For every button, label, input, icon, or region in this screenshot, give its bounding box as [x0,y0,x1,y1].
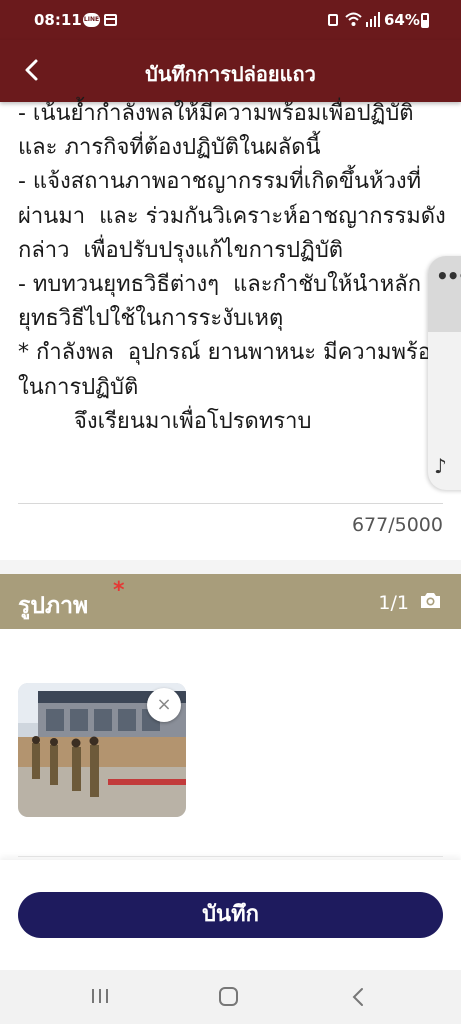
textarea-underline [18,503,443,504]
audio-note-icon[interactable]: ♪ [434,454,447,478]
required-mark: * [113,578,125,603]
battery-icon [421,13,429,28]
floating-side-panel[interactable]: ••• ♪ [428,256,461,490]
content-divider [18,856,443,857]
more-dots-icon[interactable]: ••• [436,264,461,288]
status-time: 08:11 [34,11,82,29]
recent-apps-icon[interactable] [91,987,109,1005]
section-gap [0,560,461,574]
calendar-icon [104,14,117,26]
signal-icon [366,12,380,27]
nav-back-icon[interactable] [351,987,365,1007]
status-bar: 08:11 LINE 64% [0,0,461,40]
remove-photo-button[interactable]: × [147,688,181,722]
report-textarea[interactable]: - เน้นย้ำกำลังพลให้มีความพร้อมเพื่อปฏิบั… [18,84,448,484]
photo-count: 1/1 [378,592,409,614]
lock-icon [328,14,338,26]
battery-percent: 64% [384,11,420,29]
home-icon[interactable] [219,987,238,1006]
side-panel-handle[interactable]: ••• [428,256,461,332]
photo-section-header: รูปภาพ * 1/1 [0,574,461,629]
camera-icon[interactable] [420,591,441,609]
photo-section-title: รูปภาพ [18,593,89,619]
wifi-icon [345,12,362,26]
line-app-icon: LINE [83,13,100,27]
save-button[interactable]: บันทึก [18,892,443,938]
char-counter: 677/5000 [351,514,443,536]
system-nav-bar [0,970,461,1024]
